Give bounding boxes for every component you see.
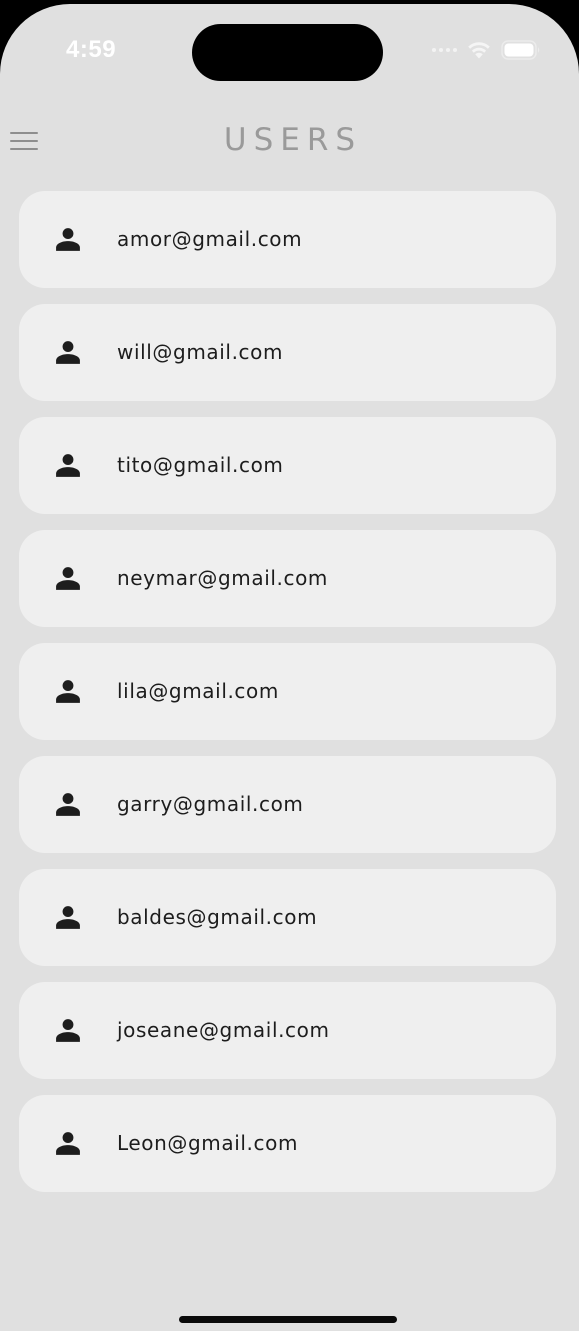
user-list-item[interactable]: garry@gmail.com [19, 756, 556, 853]
app-screen: 4:59 USERS amor@gmail.com will@gmail.com… [0, 4, 579, 1331]
user-email: amor@gmail.com [117, 227, 303, 251]
user-list-item[interactable]: tito@gmail.com [19, 417, 556, 514]
user-email: baldes@gmail.com [117, 905, 318, 929]
home-indicator[interactable] [179, 1316, 397, 1323]
user-email: joseane@gmail.com [117, 1018, 330, 1042]
user-list-item[interactable]: amor@gmail.com [19, 191, 556, 288]
person-icon [55, 226, 81, 252]
user-list-item[interactable]: neymar@gmail.com [19, 530, 556, 627]
user-list: amor@gmail.com will@gmail.com tito@gmail… [19, 191, 556, 1208]
user-email: will@gmail.com [117, 340, 284, 364]
user-email: garry@gmail.com [117, 792, 304, 816]
battery-icon [501, 40, 541, 60]
person-icon [55, 791, 81, 817]
dynamic-island [192, 24, 383, 81]
user-email: Leon@gmail.com [117, 1131, 299, 1155]
person-icon [55, 339, 81, 365]
person-icon [55, 565, 81, 591]
user-list-item[interactable]: joseane@gmail.com [19, 982, 556, 1079]
cellular-signal-icon [432, 48, 457, 52]
user-list-item[interactable]: baldes@gmail.com [19, 869, 556, 966]
status-indicators [432, 40, 541, 60]
user-list-item[interactable]: Leon@gmail.com [19, 1095, 556, 1192]
device-frame: 4:59 USERS amor@gmail.com will@gmail.com… [0, 0, 579, 1331]
person-icon [55, 904, 81, 930]
user-email: tito@gmail.com [117, 453, 284, 477]
user-email: neymar@gmail.com [117, 566, 328, 590]
user-list-item[interactable]: will@gmail.com [19, 304, 556, 401]
page-title: USERS [223, 122, 363, 158]
person-icon [55, 452, 81, 478]
user-email: lila@gmail.com [117, 679, 279, 703]
person-icon [55, 1130, 81, 1156]
person-icon [55, 1017, 81, 1043]
wifi-icon [467, 41, 491, 59]
person-icon [55, 678, 81, 704]
user-list-item[interactable]: lila@gmail.com [19, 643, 556, 740]
status-time: 4:59 [66, 36, 117, 63]
